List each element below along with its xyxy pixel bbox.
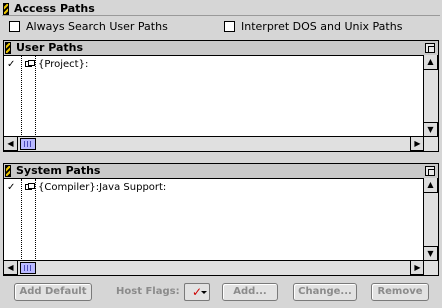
path-text: {Compiler}:Java Support: xyxy=(38,182,167,193)
scroll-left-icon[interactable]: ◀ xyxy=(3,260,18,275)
check-icon[interactable]: ✓ xyxy=(7,181,15,194)
scroll-left-icon[interactable]: ◀ xyxy=(3,136,18,151)
host-flags-popup[interactable]: ✓ xyxy=(184,283,210,301)
horizontal-scrollbar[interactable]: ◀ ▶ xyxy=(3,260,425,275)
scroll-down-icon[interactable]: ▼ xyxy=(423,246,438,261)
checkbox-box[interactable] xyxy=(9,20,20,32)
always-search-checkbox[interactable]: Always Search User Paths xyxy=(9,19,168,35)
always-search-label: Always Search User Paths xyxy=(26,20,168,33)
chevron-down-icon xyxy=(201,291,207,294)
header-stripe-icon xyxy=(5,42,11,54)
scroll-thumb[interactable] xyxy=(20,138,36,150)
user-paths-titlebar: User Paths xyxy=(4,41,438,56)
header-stripe-icon xyxy=(5,165,11,177)
vertical-scrollbar[interactable]: ▲ ▼ xyxy=(423,55,438,137)
user-paths-list[interactable]: ✓ {Project}: ▲ ▼ ◀ ▶ xyxy=(3,55,438,151)
scroll-down-icon[interactable]: ▼ xyxy=(423,122,438,137)
scroll-up-icon[interactable]: ▲ xyxy=(423,178,438,193)
host-flags-label: Host Flags: xyxy=(116,286,180,297)
scroll-up-icon[interactable]: ▲ xyxy=(423,55,438,70)
scroll-thumb[interactable] xyxy=(20,262,36,274)
check-icon[interactable]: ✓ xyxy=(7,58,15,71)
vertical-scrollbar[interactable]: ▲ ▼ xyxy=(423,178,438,261)
horizontal-scrollbar[interactable]: ◀ ▶ xyxy=(3,136,425,151)
zoom-box-icon[interactable] xyxy=(425,43,435,53)
header-stripe-icon xyxy=(3,3,9,15)
list-item[interactable]: ✓ {Compiler}:Java Support: xyxy=(4,181,438,194)
user-paths-title: User Paths xyxy=(16,41,84,54)
interpret-paths-label: Interpret DOS and Unix Paths xyxy=(241,20,403,33)
folder-icon xyxy=(25,183,35,190)
group-title: Access Paths xyxy=(14,2,95,15)
system-paths-pane: System Paths ✓ {Compiler}:Java Support: … xyxy=(3,163,439,276)
system-paths-title: System Paths xyxy=(16,164,101,177)
access-paths-header: Access Paths xyxy=(2,2,440,16)
list-item[interactable]: ✓ {Project}: xyxy=(4,58,438,71)
resize-grow-box[interactable] xyxy=(423,260,438,275)
system-paths-titlebar: System Paths xyxy=(4,164,438,179)
folder-icon xyxy=(25,60,35,67)
change-button[interactable]: Change... xyxy=(293,283,357,301)
path-text: {Project}: xyxy=(38,59,89,70)
system-paths-list[interactable]: ✓ {Compiler}:Java Support: ▲ ▼ ◀ ▶ xyxy=(3,178,438,275)
add-button[interactable]: Add... xyxy=(222,283,278,301)
interpret-paths-checkbox[interactable]: Interpret DOS and Unix Paths xyxy=(224,19,402,35)
resize-grow-box[interactable] xyxy=(423,136,438,151)
user-paths-pane: User Paths ✓ {Project}: ▲ ▼ ◀ ▶ xyxy=(3,40,439,152)
checkbox-box[interactable] xyxy=(224,20,235,32)
add-default-button[interactable]: Add Default xyxy=(14,283,92,301)
remove-button[interactable]: Remove xyxy=(371,283,429,301)
zoom-box-icon[interactable] xyxy=(425,166,435,176)
